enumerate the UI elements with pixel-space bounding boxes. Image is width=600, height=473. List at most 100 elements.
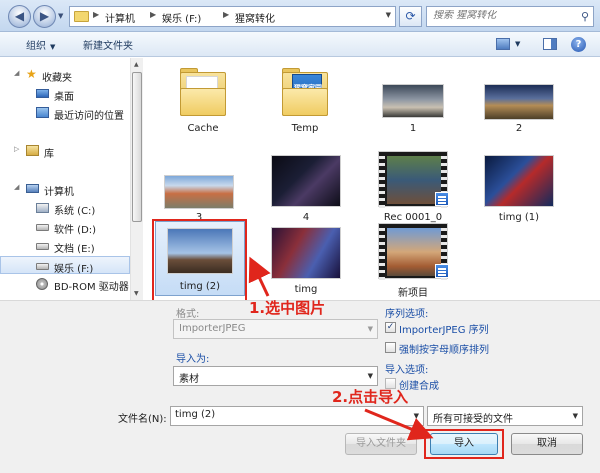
recent-pages-dropdown-icon[interactable]: ▼	[58, 12, 63, 20]
nav-recent[interactable]: 最近访问的位置	[0, 104, 130, 122]
breadcrumb-folder[interactable]: 猩窝转化	[235, 10, 275, 25]
back-button[interactable]: ◀	[8, 5, 31, 28]
folder-icon	[74, 11, 89, 22]
chevron-right-icon[interactable]: ▶	[93, 10, 99, 19]
breadcrumb[interactable]: ▶ 计算机 ▶ 娱乐 (F:) ▶ 猩窝转化 ▼	[69, 6, 396, 27]
file-item-2[interactable]: 2	[473, 60, 565, 138]
chevron-down-icon[interactable]: ▼	[515, 40, 520, 48]
nav-drive-f[interactable]: 娱乐 (F:)	[0, 256, 130, 275]
thumbnail	[164, 149, 234, 209]
thumbnail: 猩窝家园	[270, 60, 340, 120]
file-item-timg-1[interactable]: timg (1)	[473, 149, 565, 227]
nav-favorites[interactable]: ◢ ★ 收藏夹	[0, 66, 130, 84]
chevron-right-icon[interactable]: ▷	[14, 145, 19, 153]
chevron-down-icon[interactable]: ▼	[368, 372, 373, 380]
sequence-options-label: 序列选项:	[385, 309, 429, 320]
sequence-checkbox-label[interactable]: ImporterJPEG 序列	[399, 321, 489, 336]
nav-drive-d[interactable]: 软件 (D:)	[0, 218, 130, 236]
photo-thumbnail	[164, 175, 234, 209]
file-item-temp[interactable]: 猩窝家园 Temp	[259, 60, 351, 138]
new-folder-button[interactable]: 新建文件夹	[83, 37, 133, 52]
address-bar: ◀ ▶ ▼ ▶ 计算机 ▶ 娱乐 (F:) ▶ 猩窝转化 ▼ ⟳ ⚲	[0, 0, 600, 32]
file-name: 新项目	[398, 288, 428, 299]
file-item-3[interactable]: 3	[153, 149, 245, 227]
chevron-down-icon[interactable]: ◢	[14, 69, 19, 77]
nav-computer[interactable]: ◢ 计算机	[0, 180, 130, 198]
scrollbar-thumb[interactable]	[132, 72, 142, 222]
preview-pane-icon[interactable]	[543, 38, 557, 50]
scroll-up-icon[interactable]: ▲	[134, 61, 139, 68]
search-box[interactable]: ⚲	[426, 6, 594, 27]
file-item-timg[interactable]: timg	[260, 221, 352, 299]
drive-icon	[36, 263, 49, 270]
filename-input[interactable]	[175, 409, 395, 420]
thumbnail	[271, 149, 341, 209]
import-folder-button[interactable]: 导入文件夹	[345, 433, 417, 455]
chevron-right-icon[interactable]: ▶	[150, 10, 156, 19]
format-label: 格式:	[176, 309, 200, 320]
annotation-step1: 1.选中图片	[249, 299, 326, 317]
nav-computer-label: 计算机	[44, 187, 74, 198]
format-value: ImporterJPEG	[179, 323, 246, 334]
chevron-down-icon: ▼	[50, 43, 56, 51]
file-name: Cache	[187, 123, 219, 134]
breadcrumb-computer[interactable]: 计算机	[105, 10, 135, 25]
force-alpha-checkbox[interactable]	[385, 342, 396, 353]
nav-drive-label: 软件 (D:)	[54, 225, 97, 236]
nav-desktop[interactable]: 桌面	[0, 85, 130, 103]
thumbnail	[378, 221, 449, 281]
chevron-down-icon[interactable]: ▼	[414, 412, 419, 420]
nav-drive-e[interactable]: 文档 (E:)	[0, 237, 130, 255]
file-type-select[interactable]: 所有可接受的文件 ▼	[427, 406, 583, 426]
chevron-down-icon[interactable]: ▼	[573, 412, 578, 420]
cancel-button[interactable]: 取消	[511, 433, 583, 455]
search-icon[interactable]: ⚲	[581, 10, 589, 23]
file-type-value: 所有可接受的文件	[433, 414, 513, 425]
change-view-icon[interactable]	[496, 38, 510, 50]
chevron-down-icon[interactable]: ◢	[14, 183, 19, 191]
drive-icon	[36, 224, 49, 231]
annotation-step2: 2.点击导入	[332, 388, 409, 406]
scroll-down-icon[interactable]: ▼	[134, 290, 139, 297]
organize-button[interactable]: 组织 ▼	[26, 37, 55, 52]
file-item-cache[interactable]: Cache	[157, 60, 249, 138]
refresh-button[interactable]: ⟳	[399, 6, 422, 27]
import-options-label: 导入选项:	[385, 365, 429, 376]
nav-drive-label: 系统 (C:)	[54, 206, 96, 217]
organize-label: 组织	[26, 41, 46, 52]
import-button[interactable]: 导入	[430, 433, 498, 455]
file-item-rec[interactable]: Rec 0001_0	[367, 149, 459, 227]
thumbnail	[484, 149, 554, 209]
nav-scrollbar[interactable]: ▲ ▼	[130, 58, 143, 300]
drive-icon	[36, 243, 49, 250]
chevron-right-icon[interactable]: ▶	[223, 10, 229, 19]
sequence-checkbox[interactable]: ✓	[385, 322, 396, 333]
disc-icon	[36, 278, 48, 290]
photo-thumbnail	[271, 155, 341, 207]
breadcrumb-drive[interactable]: 娱乐 (F:)	[162, 10, 201, 25]
nav-drive-label: BD-ROM 驱动器	[54, 282, 129, 293]
chevron-down-icon[interactable]: ▼	[386, 11, 391, 19]
import-as-select[interactable]: 素材 ▼	[173, 366, 378, 386]
file-item-1[interactable]: 1	[367, 60, 459, 138]
force-alpha-label[interactable]: 强制按字母顺序排列	[399, 341, 489, 356]
nav-drive-c[interactable]: 系统 (C:)	[0, 199, 130, 217]
import-as-label: 导入为:	[176, 354, 210, 365]
video-thumbnail	[378, 151, 449, 208]
folder-icon	[180, 68, 226, 116]
file-item-4[interactable]: 4	[260, 149, 352, 227]
forward-button[interactable]: ▶	[33, 5, 56, 28]
help-icon[interactable]: ?	[571, 37, 586, 52]
file-item-new-project[interactable]: 新项目	[367, 221, 459, 299]
file-name: timg	[294, 284, 318, 295]
nav-recent-label: 最近访问的位置	[54, 111, 124, 122]
nav-desktop-label: 桌面	[54, 92, 74, 103]
search-input[interactable]	[433, 10, 573, 21]
filename-label: 文件名(N):	[118, 414, 167, 425]
command-bar: 组织 ▼ 新建文件夹 ▼ ?	[0, 32, 600, 57]
annotation-highlight-box	[152, 219, 247, 304]
nav-bd-rom[interactable]: BD-ROM 驱动器	[0, 275, 130, 293]
filename-field[interactable]: ▼	[170, 406, 424, 426]
thumbnail	[378, 60, 448, 120]
nav-library[interactable]: ▷ 库	[0, 142, 130, 160]
